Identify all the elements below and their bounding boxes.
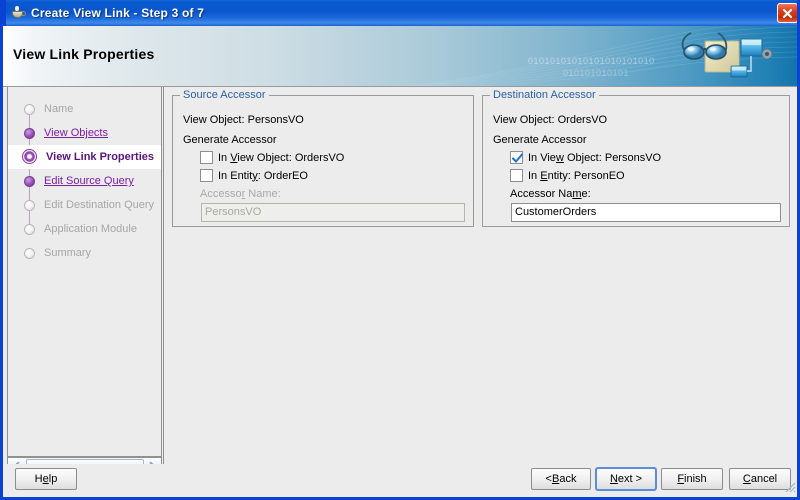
destination-in-entity-checkbox[interactable] (510, 169, 523, 182)
sidebar-item-label[interactable]: Edit Source Query (44, 175, 134, 187)
destination-in-view-object-label: In View Object: PersonsVO (528, 151, 662, 164)
sidebar-item-label: View Link Properties (46, 151, 155, 163)
step-circle-current-icon (22, 148, 39, 166)
dialog-body: Name View Objects View Link Properties E… (3, 87, 797, 494)
destination-view-object-label: View Object: OrdersVO (493, 114, 608, 126)
sidebar-item-view-link-properties[interactable]: View Link Properties (8, 145, 161, 169)
destination-in-entity-label: In Entity: PersonEO (528, 169, 625, 182)
window-title: Create View Link - Step 3 of 7 (31, 6, 205, 20)
step-circle-pending-icon (22, 246, 37, 261)
coffee-cup-icon (10, 5, 26, 21)
step-circle-done-icon (22, 174, 37, 189)
sidebar-item-label[interactable]: View Objects (44, 127, 108, 139)
source-accessor-name-input: PersonsVO (201, 203, 465, 222)
step-circle-pending-icon (22, 222, 37, 237)
destination-accessor-group: Destination Accessor View Object: Orders… (482, 89, 790, 227)
sidebar-item-label: Application Module (44, 223, 137, 235)
dialog-footer: He lp < Back Next > Finish Cancel (3, 464, 797, 494)
source-accessor-group-title: Source Accessor (180, 89, 269, 101)
step-circle-pending-icon (22, 198, 37, 213)
sidebar-item-summary[interactable]: Summary (8, 241, 161, 265)
close-button[interactable] (777, 3, 797, 23)
titlebar-edge (3, 0, 6, 26)
destination-generate-accessor-label: Generate Accessor (493, 134, 587, 146)
banner-binary-text-2: 010101010101 (563, 68, 630, 78)
glasses-document-diagram-icon (681, 32, 773, 78)
cancel-button[interactable]: Cancel (729, 468, 791, 490)
finish-button[interactable]: Finish (661, 468, 723, 490)
source-in-view-object-label: In View Object: OrdersVO (218, 151, 345, 164)
sidebar-item-application-module[interactable]: Application Module (8, 217, 161, 241)
source-in-entity-checkbox[interactable] (200, 169, 213, 182)
destination-in-view-object-checkbox[interactable] (510, 151, 523, 164)
destination-in-entity-checkbox-row[interactable]: In Entity: PersonEO (510, 169, 625, 182)
destination-accessor-name-label: Accessor Name: (510, 188, 591, 200)
back-button[interactable]: < Back (531, 468, 591, 490)
sidebar-item-label: Edit Destination Query (44, 199, 155, 211)
sidebar-item-edit-destination-query[interactable]: Edit Destination Query (8, 193, 161, 217)
next-button[interactable]: Next > (595, 467, 657, 491)
sidebar-item-label: Summary (44, 247, 92, 259)
source-view-object-label: View Object: PersonsVO (183, 114, 304, 126)
source-accessor-name-label: Accessor Name: (200, 188, 281, 200)
source-in-entity-label: In Entity: OrderEO (218, 169, 308, 182)
wizard-step-list: Name View Objects View Link Properties E… (8, 87, 161, 439)
titlebar-button-group (777, 3, 797, 23)
step-circle-done-icon (22, 126, 37, 141)
wizard-dialog: Create View Link - Step 3 of 7 010101010… (0, 0, 800, 500)
source-in-view-object-checkbox[interactable] (200, 151, 213, 164)
source-accessor-group: Source Accessor View Object: PersonsVO G… (172, 89, 474, 227)
page-title: View Link Properties (13, 46, 155, 62)
sidebar-item-view-objects[interactable]: View Objects (8, 121, 161, 145)
source-in-view-object-checkbox-row[interactable]: In View Object: OrdersVO (200, 151, 344, 164)
step-circle-pending-icon (22, 102, 37, 117)
window-titlebar[interactable]: Create View Link - Step 3 of 7 (3, 0, 797, 26)
source-generate-accessor-label: Generate Accessor (183, 134, 277, 146)
banner-binary-text-1: 01010101010101010101010 (528, 56, 655, 66)
resize-grip-icon[interactable] (783, 480, 796, 493)
sidebar-item-edit-source-query[interactable]: Edit Source Query (8, 169, 161, 193)
sidebar-item-label: Name (44, 103, 74, 115)
destination-accessor-group-title: Destination Accessor (490, 89, 599, 101)
wizard-banner: 01010101010101010101010 010101010101 Vie… (3, 26, 797, 86)
destination-in-view-object-checkbox-row[interactable]: In View Object: PersonsVO (510, 151, 661, 164)
source-in-entity-checkbox-row[interactable]: In Entity: OrderEO (200, 169, 308, 182)
sidebar-item-name[interactable]: Name (8, 97, 161, 121)
wizard-step-sidebar: Name View Objects View Link Properties E… (7, 87, 162, 457)
close-icon (782, 8, 793, 18)
help-button[interactable]: He lp (15, 468, 77, 490)
destination-accessor-name-input[interactable]: CustomerOrders (511, 203, 781, 222)
wizard-content-panel: Source Accessor View Object: PersonsVO G… (163, 87, 797, 477)
checkmark-icon (512, 153, 523, 163)
